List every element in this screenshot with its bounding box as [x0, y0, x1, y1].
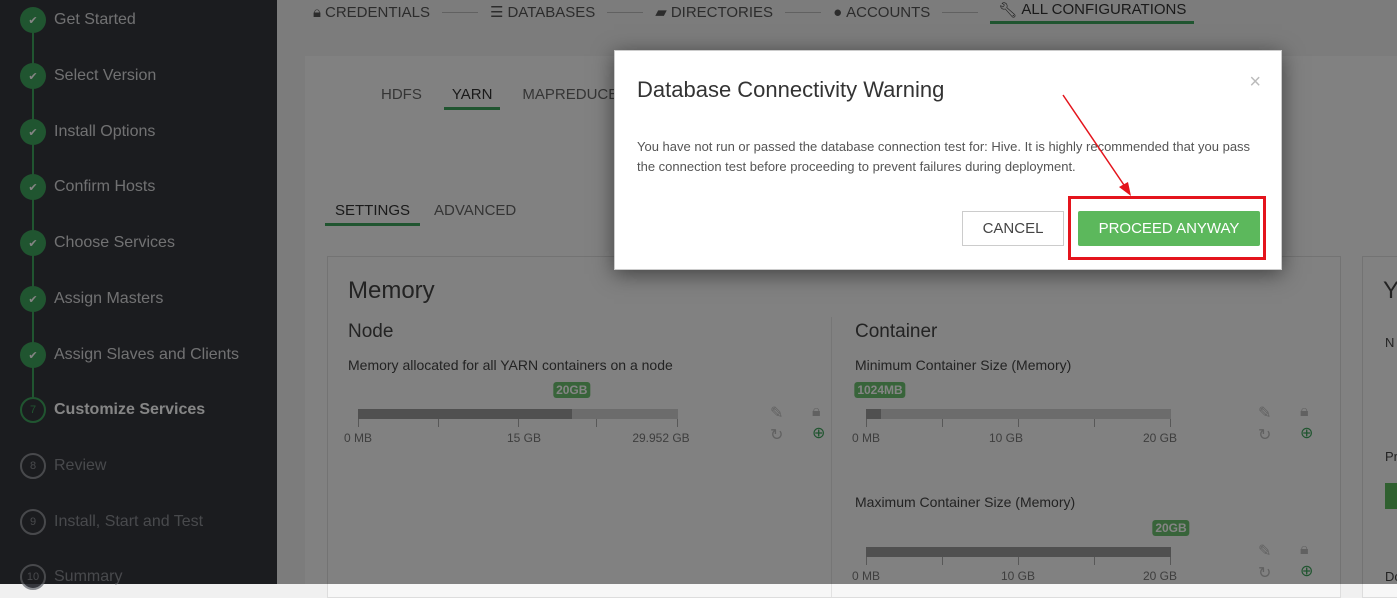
annotation-arrow	[1062, 94, 1131, 196]
